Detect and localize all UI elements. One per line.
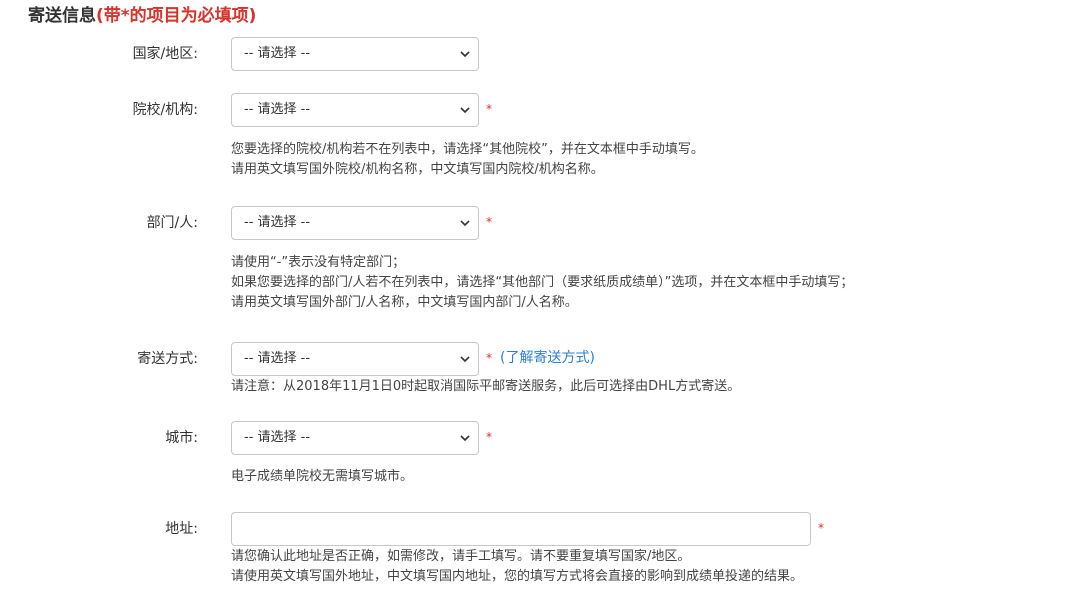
address-help-line: 请使用英文填写国外地址，中文填写国内地址，您的填写方式将会直接的影响到成绩单投递…: [231, 569, 804, 584]
school-select[interactable]: -- 请选择 --: [231, 93, 479, 127]
address-help-line: 请您确认此地址是否正确，如需修改，请手工填写。请不要重复填写国家/地区。: [231, 549, 691, 564]
shipping-info-link[interactable]: (了解寄送方式): [500, 348, 595, 368]
city-select-value: -- 请选择 --: [244, 430, 311, 445]
department-label: 部门/人:: [146, 215, 198, 231]
address-input[interactable]: [231, 512, 811, 546]
city-label: 城市:: [165, 430, 198, 446]
school-required-mark: *: [486, 102, 492, 116]
address-label: 地址:: [165, 521, 198, 537]
chevron-down-icon: [460, 107, 470, 114]
chevron-down-icon: [460, 220, 470, 227]
shipping-required-mark: *: [486, 351, 492, 365]
department-help: 请使用“-”表示没有特定部门； 如果您要选择的部门/人若不在列表中，请选择“其他…: [231, 253, 853, 313]
department-help-line: 请使用“-”表示没有特定部门；: [231, 255, 406, 270]
section-title: 寄送信息(带*的项目为必填项): [28, 4, 256, 28]
required-note: (带*的项目为必填项): [96, 6, 257, 26]
city-required-mark: *: [486, 430, 492, 444]
department-help-line: 请用英文填写国外部门/人名称，中文填写国内部门/人名称。: [231, 295, 578, 310]
shipping-select-value: -- 请选择 --: [244, 351, 311, 366]
country-select[interactable]: -- 请选择 --: [231, 37, 479, 71]
city-help: 电子成绩单院校无需填写城市。: [231, 467, 413, 487]
department-help-line: 如果您要选择的部门/人若不在列表中，请选择“其他部门（要求纸质成绩单）”选项，并…: [231, 275, 854, 290]
school-select-value: -- 请选择 --: [244, 102, 311, 117]
chevron-down-icon: [460, 51, 470, 58]
shipping-label: 寄送方式:: [137, 351, 198, 367]
department-select[interactable]: -- 请选择 --: [231, 206, 479, 240]
section-title-text: 寄送信息: [28, 6, 96, 26]
school-help: 您要选择的院校/机构若不在列表中，请选择“其他院校”，并在文本框中手动填写。 请…: [231, 140, 704, 180]
chevron-down-icon: [460, 356, 470, 363]
city-help-line: 电子成绩单院校无需填写城市。: [231, 469, 414, 484]
shipping-help: 请注意：从2018年11月1日0时起取消国际平邮寄送服务，此后可选择由DHL方式…: [231, 377, 740, 397]
shipping-select[interactable]: -- 请选择 --: [231, 342, 479, 376]
shipping-help-line: 请注意：从2018年11月1日0时起取消国际平邮寄送服务，此后可选择由DHL方式…: [231, 379, 741, 394]
chevron-down-icon: [460, 435, 470, 442]
country-label: 国家/地区:: [132, 46, 198, 62]
city-select[interactable]: -- 请选择 --: [231, 421, 479, 455]
country-select-value: -- 请选择 --: [244, 46, 311, 61]
department-select-value: -- 请选择 --: [244, 215, 311, 230]
school-help-line: 您要选择的院校/机构若不在列表中，请选择“其他院校”，并在文本框中手动填写。: [231, 142, 704, 157]
school-label: 院校/机构:: [132, 102, 198, 118]
address-required-mark: *: [818, 521, 824, 535]
school-help-line: 请用英文填写国外院校/机构名称，中文填写国内院校/机构名称。: [231, 162, 604, 177]
department-required-mark: *: [486, 215, 492, 229]
address-help: 请您确认此地址是否正确，如需修改，请手工填写。请不要重复填写国家/地区。 请使用…: [231, 547, 803, 587]
